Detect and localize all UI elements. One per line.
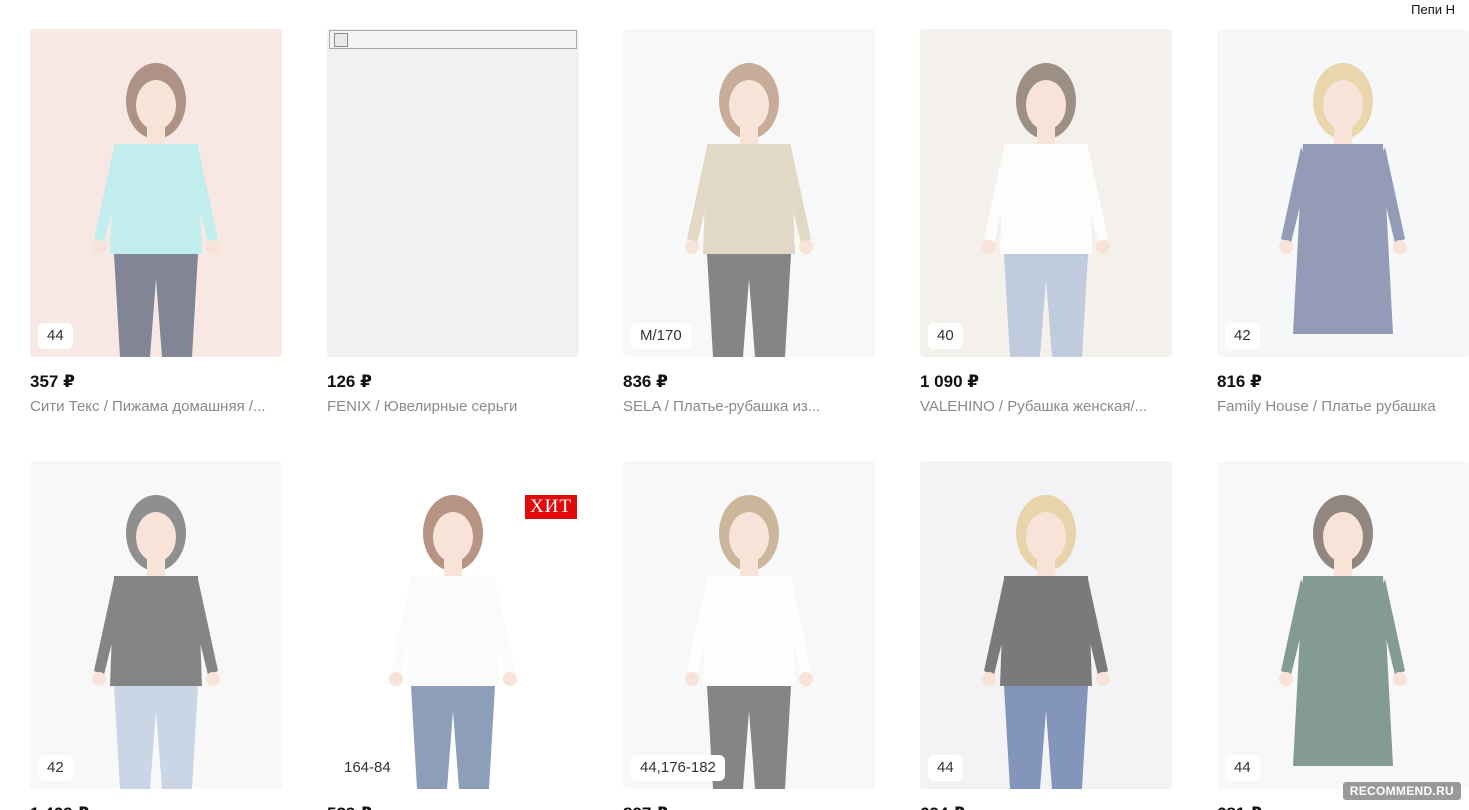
- product-price: 539 ₽: [327, 804, 579, 810]
- product-price: 357 ₽: [30, 372, 75, 391]
- product-price: 126 ₽: [327, 372, 372, 391]
- size-badge: 42: [1225, 323, 1260, 349]
- size-badge: 44: [38, 323, 73, 349]
- product-image[interactable]: 42: [1217, 29, 1469, 357]
- product-title[interactable]: SELA / Платье-рубашка из...: [623, 398, 875, 415]
- size-badge: 164-84: [335, 755, 400, 781]
- product-card[interactable]: 44 694 ₽: [920, 461, 1172, 810]
- product-price: 1 090 ₽: [920, 372, 980, 391]
- product-image[interactable]: M/170: [623, 29, 875, 357]
- product-title[interactable]: VALEHINO / Рубашка женская/...: [920, 398, 1172, 415]
- size-badge: 44: [928, 755, 963, 781]
- broken-image-placeholder: [329, 30, 577, 49]
- size-badge: 42: [38, 755, 73, 781]
- product-image[interactable]: 44: [920, 461, 1172, 789]
- product-card[interactable]: 126 ₽ FENIX / Ювелирные серьги: [327, 29, 579, 415]
- product-card[interactable]: 42 816 ₽ Family House / Платье рубашка: [1217, 29, 1469, 415]
- size-badge: M/170: [631, 323, 691, 349]
- product-image[interactable]: 42: [30, 461, 282, 789]
- product-image[interactable]: 40: [920, 29, 1172, 357]
- size-badge: 44,176-182: [631, 755, 725, 781]
- product-card[interactable]: 40 1 090 ₽ VALEHINO / Рубашка женская/...: [920, 29, 1172, 415]
- product-image[interactable]: [327, 29, 579, 357]
- product-price: 681 ₽: [1217, 804, 1469, 810]
- product-card[interactable]: 42 1 469 ₽: [30, 461, 282, 810]
- product-image[interactable]: 44: [30, 29, 282, 357]
- product-card[interactable]: ХИТ 164-84 539 ₽: [327, 461, 579, 810]
- product-title[interactable]: Family House / Платье рубашка: [1217, 398, 1469, 415]
- product-card[interactable]: 44 357 ₽ Сити Текс / Пижама домашняя /...: [30, 29, 282, 415]
- product-price: 816 ₽: [1217, 372, 1262, 391]
- product-price: 1 469 ₽: [30, 804, 282, 810]
- broken-image-icon: [334, 33, 348, 47]
- product-title[interactable]: FENIX / Ювелирные серьги: [327, 398, 579, 415]
- watermark-logo: RECOMMEND.RU: [1342, 782, 1461, 800]
- product-title[interactable]: Сити Текс / Пижама домашняя /...: [30, 398, 282, 415]
- hit-badge: ХИТ: [524, 495, 577, 519]
- product-price: 694 ₽: [920, 804, 1172, 810]
- size-badge: 40: [928, 323, 963, 349]
- product-price: 836 ₽: [623, 372, 668, 391]
- product-image[interactable]: 44,176-182: [623, 461, 875, 789]
- product-price: 897 ₽: [623, 804, 875, 810]
- size-badge: 44: [1225, 755, 1260, 781]
- product-card[interactable]: M/170 836 ₽ SELA / Платье-рубашка из...: [623, 29, 875, 415]
- user-name[interactable]: Пепи Н: [1411, 2, 1455, 17]
- product-card[interactable]: 44,176-182 897 ₽: [623, 461, 875, 810]
- product-image[interactable]: 44: [1217, 461, 1469, 789]
- product-image[interactable]: ХИТ 164-84: [327, 461, 579, 789]
- product-card[interactable]: 44 681 ₽: [1217, 461, 1469, 810]
